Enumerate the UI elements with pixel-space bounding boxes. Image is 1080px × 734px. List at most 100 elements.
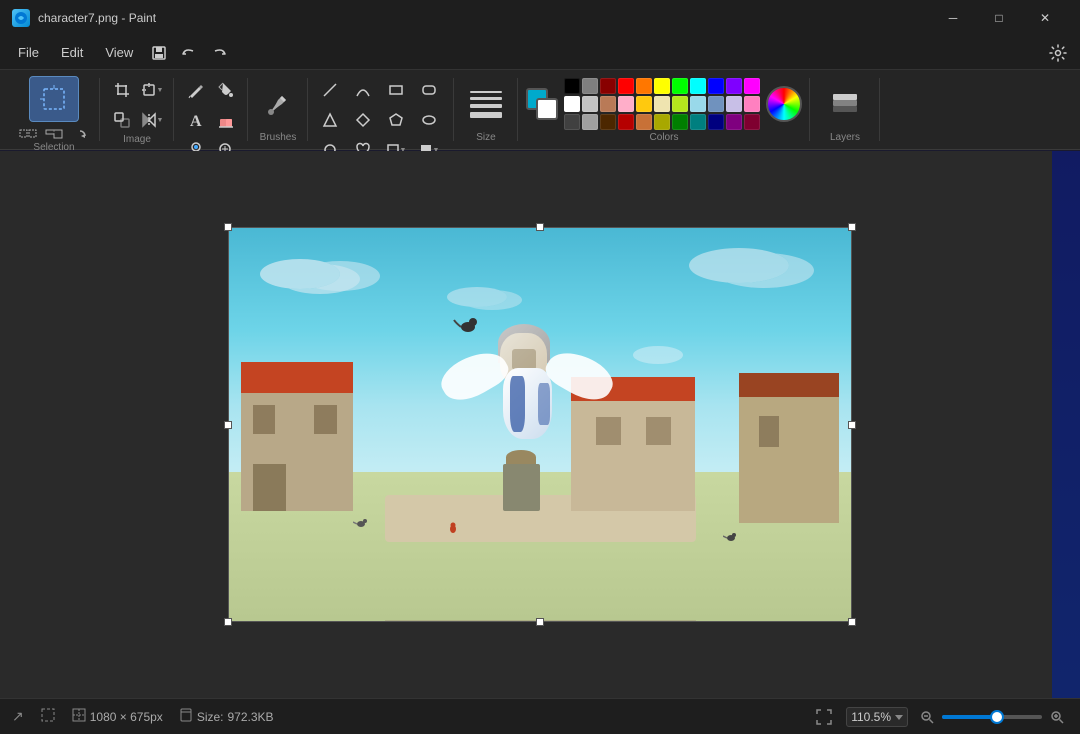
zoom-value: 110.5% bbox=[851, 710, 891, 724]
sidebar-decoration-right bbox=[1052, 151, 1080, 698]
color-swatch-violet[interactable] bbox=[726, 78, 742, 94]
color-swatch-orange[interactable] bbox=[636, 78, 652, 94]
color-swatch-teal[interactable] bbox=[690, 114, 706, 130]
selection-tool-button[interactable] bbox=[29, 76, 79, 122]
rect-tool[interactable] bbox=[382, 76, 410, 104]
color-swatch-magenta[interactable] bbox=[744, 78, 760, 94]
size-line-1 bbox=[470, 91, 502, 93]
color-swatch-red[interactable] bbox=[618, 78, 634, 94]
handle-top-left[interactable] bbox=[224, 223, 232, 231]
curve-tool[interactable] bbox=[349, 76, 377, 104]
size-selector[interactable] bbox=[466, 87, 506, 122]
statusbar: ↗ 1080 × 675px bbox=[0, 698, 1080, 734]
color-swatch-brown[interactable] bbox=[600, 96, 616, 112]
dimensions-value: 1080 × 675px bbox=[90, 710, 163, 724]
flip-button[interactable]: ▼ bbox=[138, 106, 166, 134]
crop-button[interactable] bbox=[108, 76, 136, 104]
text-tool[interactable]: A bbox=[182, 106, 210, 134]
save-button[interactable] bbox=[145, 39, 173, 67]
color-swatch-cream[interactable] bbox=[654, 96, 670, 112]
bird-1 bbox=[353, 515, 369, 527]
image-transform-button[interactable]: ▼ bbox=[138, 76, 166, 104]
statusbar-right: 110.5% bbox=[810, 703, 1068, 731]
size-status: Size: 972.3KB bbox=[179, 708, 274, 725]
cloud-2 bbox=[689, 248, 789, 283]
color-swatch-dbrown[interactable] bbox=[600, 114, 616, 130]
handle-top-right[interactable] bbox=[848, 223, 856, 231]
zoom-slider-thumb[interactable] bbox=[990, 710, 1004, 724]
color-swatch-ltblue[interactable] bbox=[690, 96, 706, 112]
select-all-button[interactable] bbox=[16, 126, 40, 142]
color-swatch-mgray[interactable] bbox=[582, 114, 598, 130]
rounded-rect-tool[interactable] bbox=[415, 76, 443, 104]
color-swatch-navy[interactable] bbox=[708, 114, 724, 130]
color-swatch-lgray[interactable] bbox=[582, 96, 598, 112]
color-swatch-purple[interactable] bbox=[726, 114, 742, 130]
image-content: ▼ ▼ bbox=[108, 76, 166, 134]
handle-bottom-left[interactable] bbox=[224, 618, 232, 626]
menu-edit[interactable]: Edit bbox=[51, 41, 93, 64]
color-swatch-dkgreen[interactable] bbox=[672, 114, 688, 130]
menu-file[interactable]: File bbox=[8, 41, 49, 64]
eraser-tool[interactable] bbox=[212, 106, 240, 134]
redo-button[interactable] bbox=[205, 39, 233, 67]
zoom-dropdown[interactable]: 110.5% bbox=[846, 707, 908, 727]
maximize-button[interactable]: □ bbox=[976, 0, 1022, 36]
color-swatch-lime[interactable] bbox=[672, 78, 688, 94]
undo-button[interactable] bbox=[175, 39, 203, 67]
color-swatch-white[interactable] bbox=[564, 96, 580, 112]
color-swatch-rust[interactable] bbox=[636, 114, 652, 130]
select-crop-button[interactable] bbox=[42, 126, 66, 142]
color-swatch-hotpink[interactable] bbox=[744, 96, 760, 112]
pencil-tool[interactable] bbox=[182, 76, 210, 104]
zoom-slider[interactable] bbox=[942, 715, 1042, 719]
color-swatch-yellow[interactable] bbox=[654, 78, 670, 94]
color-swatch-gold[interactable] bbox=[636, 96, 652, 112]
select-region-button[interactable] bbox=[108, 106, 136, 134]
color-swatch-black[interactable] bbox=[564, 78, 580, 94]
dimensions-status: 1080 × 675px bbox=[72, 708, 163, 725]
fullscreen-button[interactable] bbox=[810, 703, 838, 731]
settings-button[interactable] bbox=[1044, 39, 1072, 67]
ellipse-tool[interactable] bbox=[415, 106, 443, 134]
color-swatch-blue[interactable] bbox=[708, 78, 724, 94]
close-button[interactable]: ✕ bbox=[1022, 0, 1068, 36]
zoom-out-button[interactable] bbox=[916, 706, 938, 728]
pentagon-tool[interactable] bbox=[382, 106, 410, 134]
color-palette bbox=[564, 78, 760, 130]
line-tool[interactable] bbox=[316, 76, 344, 104]
color-swatch-olive[interactable] bbox=[654, 114, 670, 130]
canvas-image[interactable] bbox=[228, 227, 852, 622]
colors-label: Colors bbox=[650, 132, 679, 145]
menu-view[interactable]: View bbox=[95, 41, 143, 64]
layers-button[interactable] bbox=[823, 82, 867, 126]
color-swatch-chartreuse[interactable] bbox=[672, 96, 688, 112]
color-swatch-maroon[interactable] bbox=[744, 114, 760, 130]
color-preview[interactable] bbox=[526, 88, 558, 120]
color-swatch-dgray[interactable] bbox=[582, 78, 598, 94]
handle-middle-left[interactable] bbox=[224, 421, 232, 429]
color-swatch-lavender[interactable] bbox=[726, 96, 742, 112]
triangle-tool[interactable] bbox=[316, 106, 344, 134]
rotate-button[interactable] bbox=[68, 126, 92, 142]
diamond-tool[interactable] bbox=[349, 106, 377, 134]
handle-bottom-right[interactable] bbox=[848, 618, 856, 626]
color-swatch-slateblue[interactable] bbox=[708, 96, 724, 112]
handle-bottom-middle[interactable] bbox=[536, 618, 544, 626]
color-swatch-cyan[interactable] bbox=[690, 78, 706, 94]
minimize-button[interactable]: ─ bbox=[930, 0, 976, 36]
fill-tool[interactable] bbox=[212, 76, 240, 104]
zoom-in-button[interactable] bbox=[1046, 706, 1068, 728]
color-swatch-dkred[interactable] bbox=[618, 114, 634, 130]
handle-middle-right[interactable] bbox=[848, 421, 856, 429]
brush-button[interactable] bbox=[260, 86, 296, 122]
color-swatch-vdgray[interactable] bbox=[564, 114, 580, 130]
tools-group: A bbox=[174, 70, 248, 149]
color-swatch-pink[interactable] bbox=[618, 96, 634, 112]
canvas-area[interactable] bbox=[0, 151, 1080, 698]
color-swatch-dred[interactable] bbox=[600, 78, 616, 94]
color-wheel-button[interactable] bbox=[766, 86, 802, 122]
handle-top-middle[interactable] bbox=[536, 223, 544, 231]
titlebar-title: character7.png - Paint bbox=[38, 11, 156, 25]
background-color[interactable] bbox=[536, 98, 558, 120]
